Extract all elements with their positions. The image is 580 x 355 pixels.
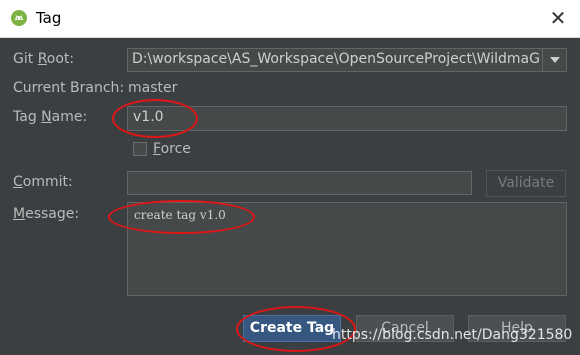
close-button[interactable]: ✕ — [540, 4, 576, 32]
chevron-down-icon[interactable] — [542, 49, 566, 71]
commit-label: Commit: — [13, 174, 73, 190]
message-label: Message: — [13, 206, 80, 222]
validate-button[interactable]: Validate — [486, 170, 566, 197]
tag-name-label: Tag Name: — [13, 109, 88, 125]
watermark: https://blog.csdn.net/Dang321580 — [332, 327, 573, 343]
git-root-value: D:\workspace\AS_Workspace\OpenSourceProj… — [132, 51, 540, 67]
commit-input[interactable] — [127, 171, 472, 195]
close-icon: ✕ — [549, 6, 567, 30]
title-bar: Tag ✕ — [0, 0, 580, 38]
tag-name-input[interactable]: v1.0 — [127, 106, 567, 131]
window-title: Tag — [36, 9, 62, 27]
force-checkbox[interactable] — [133, 142, 147, 156]
current-branch-label: Current Branch: — [13, 80, 125, 96]
message-textarea[interactable]: create tag v1.0 — [127, 202, 567, 296]
create-tag-button[interactable]: Create Tag — [243, 315, 341, 342]
android-studio-icon — [11, 10, 27, 26]
force-label[interactable]: Force — [153, 141, 191, 157]
git-root-label: Git Root: — [13, 51, 75, 67]
current-branch-value: master — [128, 80, 178, 96]
git-root-dropdown[interactable]: D:\workspace\AS_Workspace\OpenSourceProj… — [127, 48, 567, 72]
